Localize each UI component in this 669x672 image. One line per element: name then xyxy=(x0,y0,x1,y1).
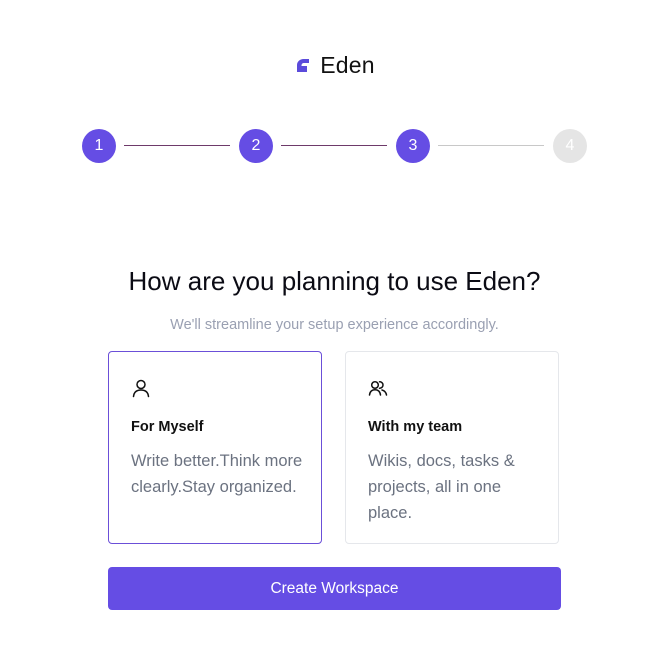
users-icon xyxy=(368,380,388,396)
option-card-for-myself[interactable]: For Myself Write better.Think more clear… xyxy=(108,351,322,544)
step-connector-1-2 xyxy=(124,145,230,146)
step-2: 2 xyxy=(239,129,273,163)
brand-name: Eden xyxy=(320,52,375,78)
option-card-with-my-team[interactable]: With my team Wikis, docs, tasks & projec… xyxy=(345,351,559,544)
page-subtitle: We'll streamline your setup experience a… xyxy=(170,317,499,333)
progress-stepper: 1 2 3 4 xyxy=(82,129,587,163)
option-title: For Myself xyxy=(131,419,204,435)
step-1: 1 xyxy=(82,129,116,163)
user-icon xyxy=(132,379,150,398)
page-title: How are you planning to use Eden? xyxy=(128,266,541,296)
option-title: With my team xyxy=(368,419,463,435)
step-3: 3 xyxy=(396,129,430,163)
step-4: 4 xyxy=(553,129,587,163)
eden-logo-icon xyxy=(297,58,310,72)
brand-logo: Eden xyxy=(0,52,669,79)
create-workspace-button[interactable]: Create Workspace xyxy=(108,567,561,610)
option-description: Write better.Think more clearly.Stay org… xyxy=(131,452,303,496)
option-description: Wikis, docs, tasks & projects, all in on… xyxy=(368,452,515,522)
step-connector-3-4 xyxy=(438,145,544,146)
step-connector-2-3 xyxy=(281,145,387,146)
